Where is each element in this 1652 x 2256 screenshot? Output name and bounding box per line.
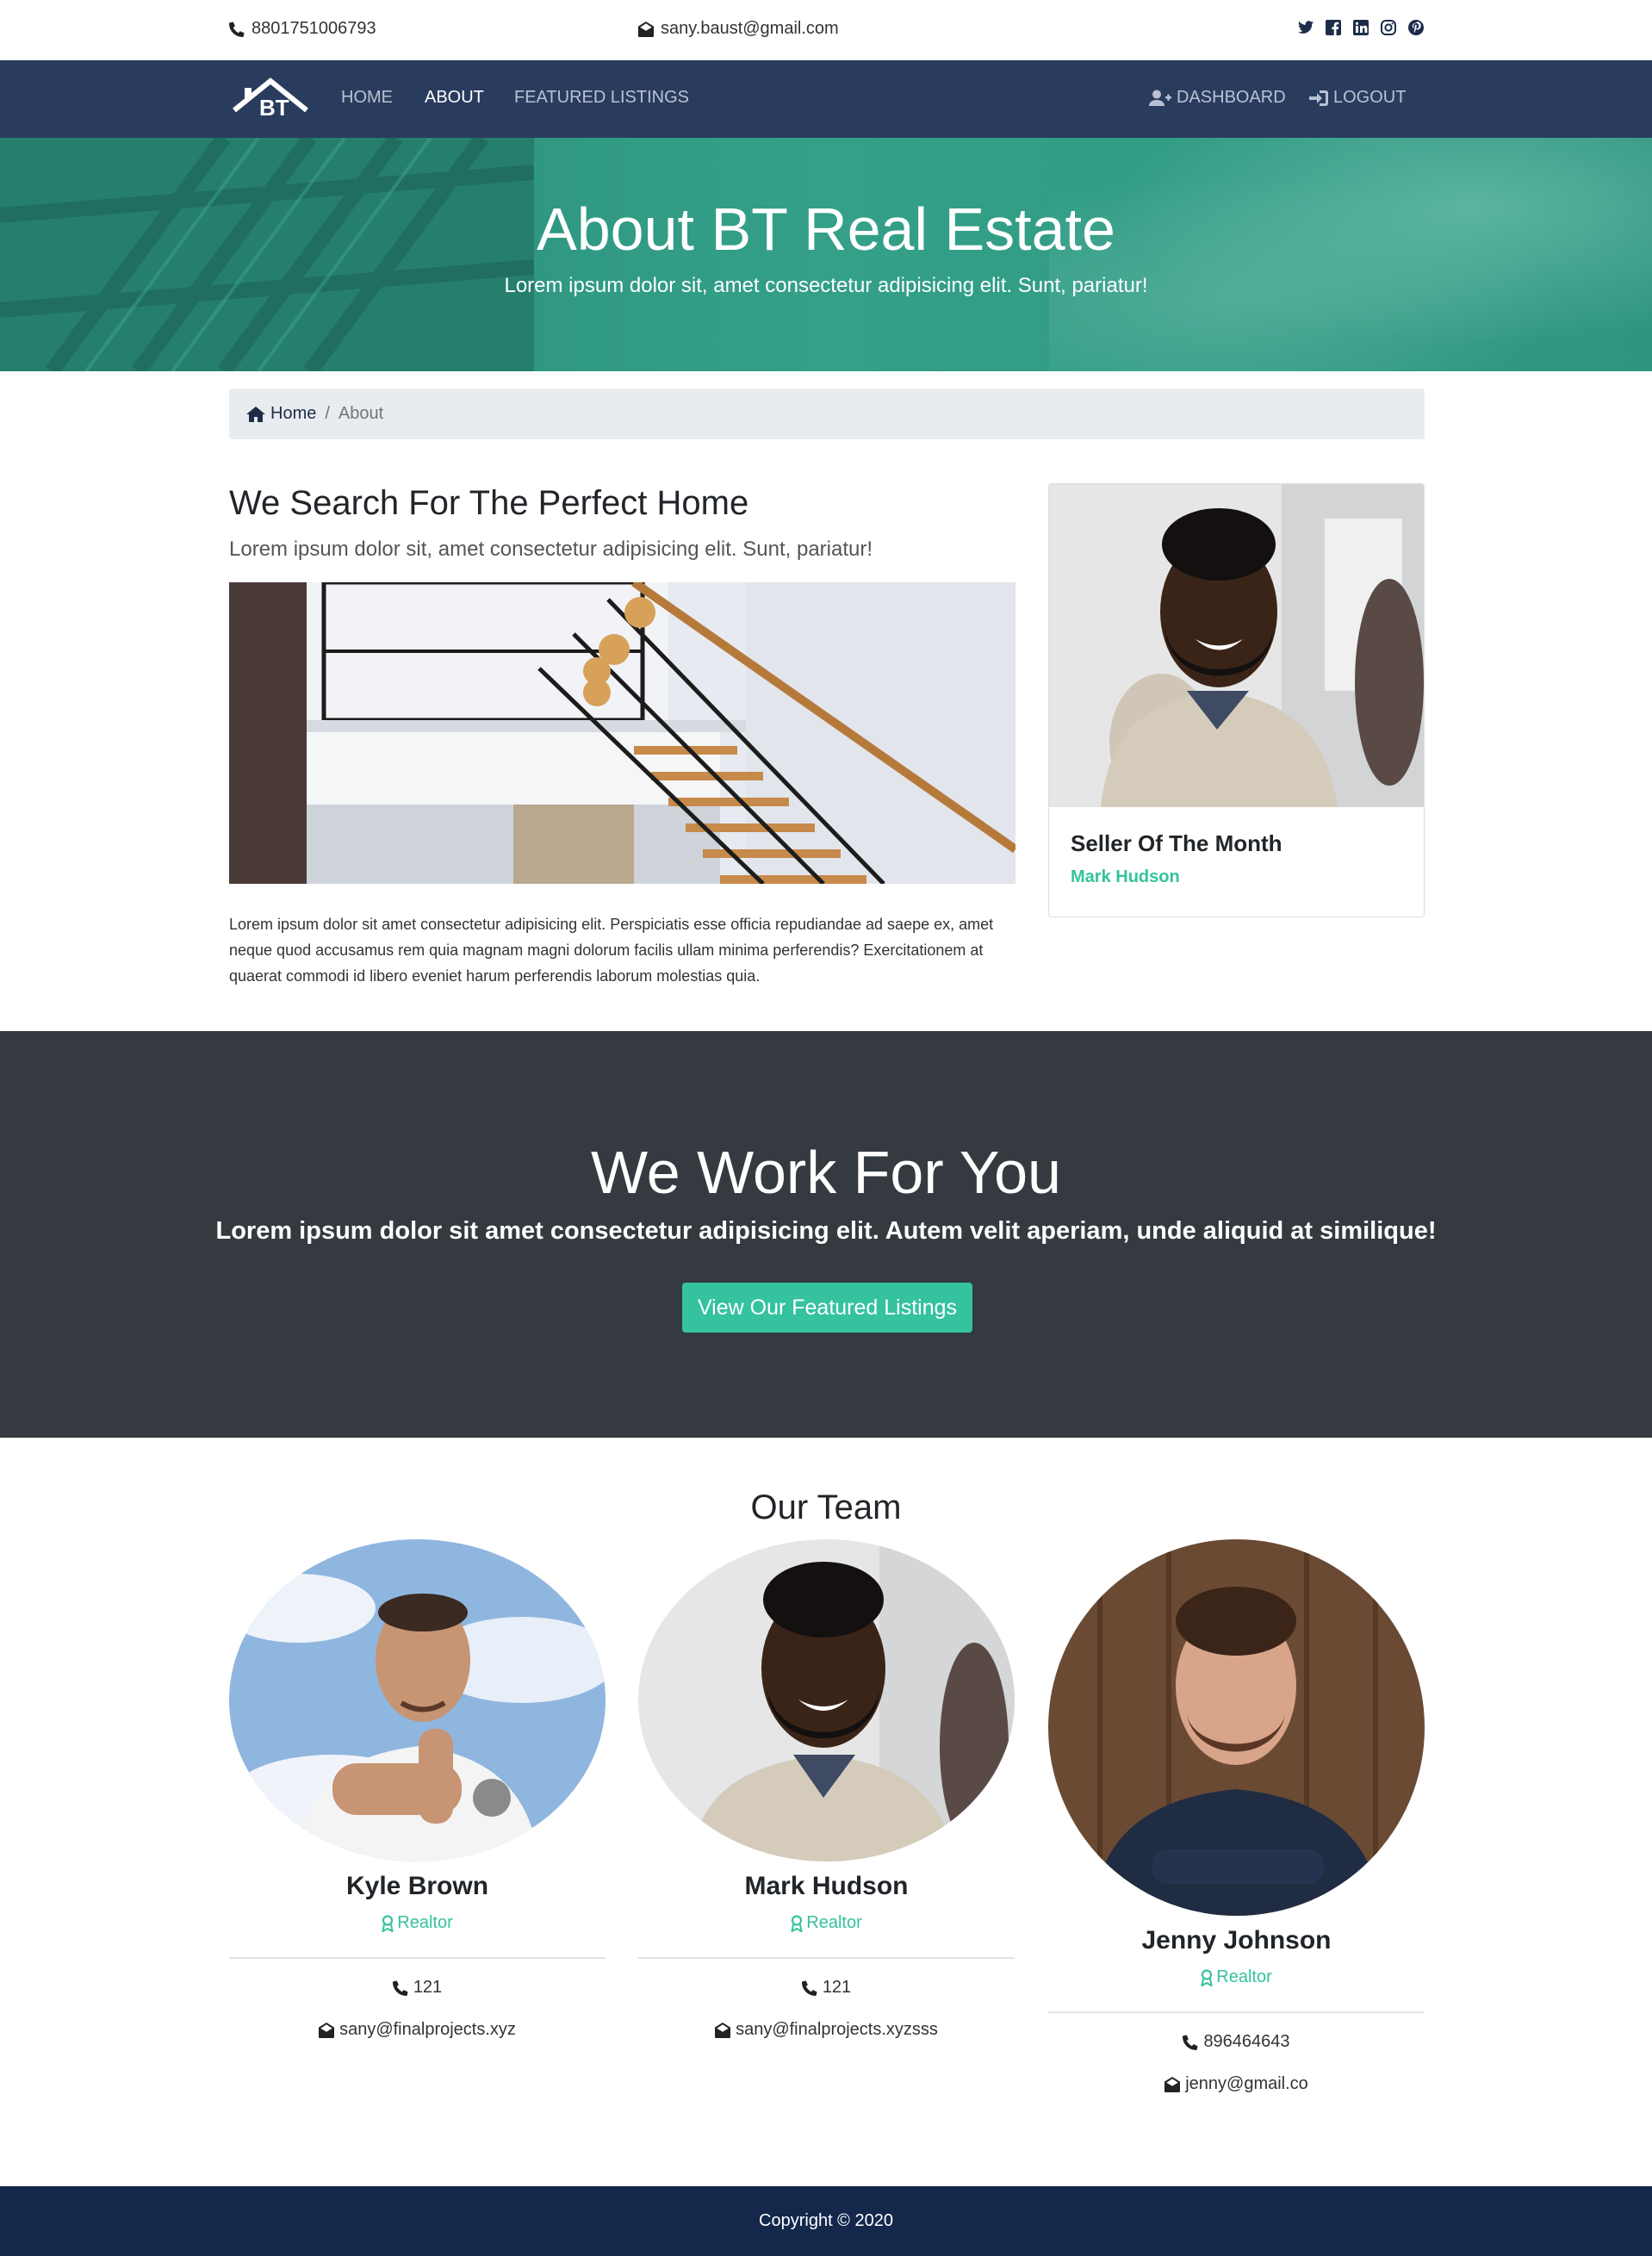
team-member-name: Jenny Johnson: [1141, 1926, 1332, 1955]
award-icon: [791, 1914, 803, 1932]
award-icon: [1201, 1968, 1213, 1986]
seller-of-month-card: Seller Of The Month Mark Hudson: [1048, 483, 1425, 917]
team-member-phone-text: 121: [413, 1978, 443, 1997]
hero-banner: About BT Real Estate Lorem ipsum dolor s…: [0, 138, 1652, 371]
award-icon: [382, 1914, 394, 1932]
top-email[interactable]: sany.baust@gmail.com: [638, 19, 839, 39]
seller-photo: [1049, 484, 1424, 807]
team-member-photo: [638, 1539, 1015, 1861]
phone-icon: [229, 22, 245, 37]
team-member-phone: 896464643: [1048, 2032, 1425, 2052]
top-phone: 8801751006793: [229, 19, 376, 39]
cta-section: We Work For You Lorem ipsum dolor sit am…: [0, 1031, 1652, 1438]
envelope-open-icon: [1164, 2076, 1181, 2092]
logo-text: BT: [259, 95, 289, 121]
facebook-icon[interactable]: [1325, 19, 1342, 36]
about-staircase-image: [229, 582, 1015, 884]
team-member-phone-text: 896464643: [1203, 2032, 1290, 2051]
home-icon: [246, 406, 265, 422]
team-member-email[interactable]: sany@finalprojects.xyz: [229, 2020, 606, 2040]
team-member-phone: 121: [638, 1978, 1015, 1998]
breadcrumb: Home / About: [229, 388, 1425, 439]
team-member-phone-text: 121: [822, 1978, 852, 1997]
team-member-role-label: Realtor: [1216, 1967, 1272, 1986]
team-member-email-text: jenny@gmail.co: [1185, 2074, 1308, 2093]
team-member-role: Realtor: [638, 1913, 1015, 1933]
team-member-role: Realtor: [229, 1913, 606, 1933]
breadcrumb-home-label: Home: [270, 404, 317, 423]
footer: Copyright © 2020: [0, 2186, 1652, 2256]
linkedin-icon[interactable]: [1352, 19, 1369, 36]
team-member-phone: 121: [229, 1978, 606, 1998]
nav-featured-listings[interactable]: FEATURED LISTINGS: [514, 88, 689, 108]
seller-title: Seller Of The Month: [1071, 830, 1282, 856]
team-member-name: Kyle Brown: [345, 1872, 489, 1900]
team-member-card: Mark Hudson Realtor 121 sany@finalprojec…: [638, 1539, 1015, 2040]
phone-icon: [1183, 2035, 1198, 2050]
nav-about-label: ABOUT: [425, 88, 484, 107]
breadcrumb-separator: /: [325, 404, 330, 423]
envelope-open-icon: [715, 2022, 731, 2038]
nav-dashboard-label: DASHBOARD: [1177, 88, 1286, 107]
envelope-open-icon: [638, 21, 654, 37]
logo[interactable]: BT: [231, 76, 310, 122]
breadcrumb-current: About: [338, 404, 384, 423]
team-member-photo: [1048, 1539, 1425, 1916]
team-member-email-text: sany@finalprojects.xyz: [339, 2020, 516, 2039]
team-member-role-label: Realtor: [397, 1913, 453, 1932]
team-member-email[interactable]: jenny@gmail.co: [1048, 2074, 1425, 2094]
sign-in-icon: [1309, 90, 1328, 106]
seller-name: Mark Hudson: [1071, 867, 1180, 886]
nav-about[interactable]: ABOUT: [425, 88, 484, 108]
team-member-photo: [229, 1539, 606, 1861]
top-phone-text: 8801751006793: [252, 19, 376, 38]
pinterest-icon[interactable]: [1407, 19, 1425, 36]
phone-icon: [392, 1980, 408, 1996]
team-member-card: Kyle Brown Realtor 121 sany@finalproject…: [229, 1539, 606, 2040]
cta-title: We Work For You: [591, 1139, 1061, 1206]
user-plus-icon: [1149, 90, 1171, 106]
nav-home[interactable]: HOME: [341, 88, 393, 108]
about-title: We Search For The Perfect Home: [229, 484, 749, 522]
top-email-text: sany.baust@gmail.com: [661, 19, 839, 38]
about-body-text: Lorem ipsum dolor sit amet consectetur a…: [229, 916, 994, 985]
divider: [638, 1957, 1015, 1959]
cta-subtitle: Lorem ipsum dolor sit amet consectetur a…: [215, 1217, 1437, 1245]
instagram-icon[interactable]: [1380, 19, 1397, 36]
social-links: [1297, 19, 1425, 36]
team-member-role-label: Realtor: [806, 1913, 862, 1932]
top-bar: 8801751006793 sany.baust@gmail.com: [0, 0, 1652, 60]
nav-featured-label: FEATURED LISTINGS: [514, 88, 689, 107]
team-member-role: Realtor: [1048, 1967, 1425, 1987]
nav-dashboard[interactable]: DASHBOARD: [1149, 88, 1286, 108]
team-title: Our Team: [750, 1488, 902, 1526]
envelope-open-icon: [319, 2022, 335, 2038]
hero-subtitle: Lorem ipsum dolor sit, amet consectetur …: [504, 274, 1148, 297]
breadcrumb-home[interactable]: Home: [246, 404, 316, 424]
nav-logout-label: LOGOUT: [1333, 88, 1407, 107]
team-member-card: Jenny Johnson Realtor 896464643 jenny@gm…: [1048, 1539, 1425, 2094]
about-lead: Lorem ipsum dolor sit, amet consectetur …: [229, 538, 873, 561]
phone-icon: [801, 1980, 817, 1996]
copyright-text: Copyright © 2020: [759, 2211, 893, 2230]
twitter-icon[interactable]: [1297, 19, 1314, 36]
hero-title: About BT Real Estate: [537, 196, 1115, 263]
view-featured-listings-button[interactable]: View Our Featured Listings: [682, 1283, 972, 1333]
nav-home-label: HOME: [341, 88, 393, 107]
team-member-name: Mark Hudson: [744, 1872, 909, 1900]
divider: [229, 1957, 606, 1959]
team-member-email[interactable]: sany@finalprojects.xyzsss: [638, 2020, 1015, 2040]
divider: [1048, 2011, 1425, 2013]
main-navbar: BT HOME ABOUT FEATURED LISTINGS DASHBOAR…: [0, 60, 1652, 138]
team-member-email-text: sany@finalprojects.xyzsss: [736, 2020, 938, 2039]
nav-logout[interactable]: LOGOUT: [1309, 88, 1406, 108]
